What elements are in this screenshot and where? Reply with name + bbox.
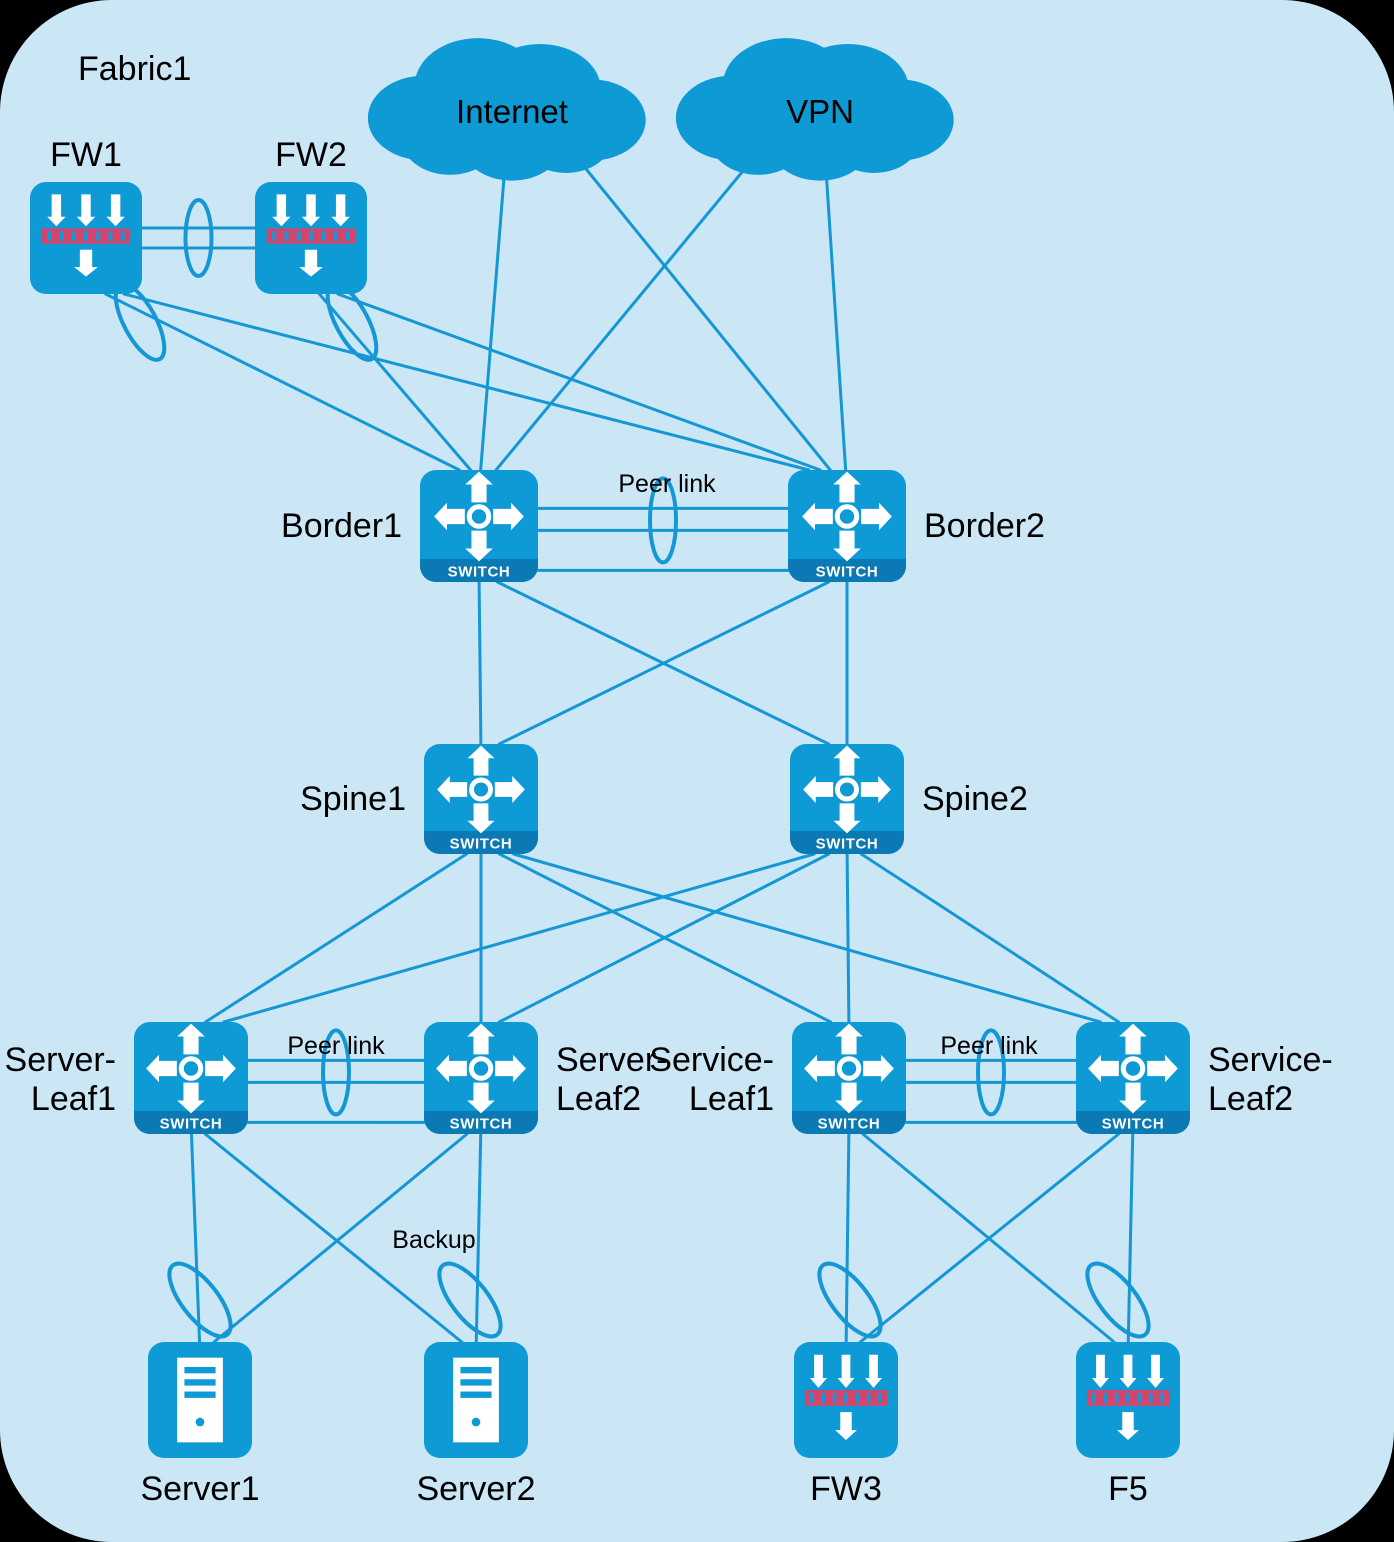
device-band-label: SWITCH (818, 1115, 881, 1132)
device-band-label: SWITCH (448, 563, 511, 580)
network-topology-diagram: SWITCH SWITCH SWITCH SWITCH SWITCH SWITCH SWIT… (0, 0, 1394, 1542)
device-spine2[interactable]: SWITCH (790, 744, 904, 854)
device-server2[interactable] (424, 1342, 528, 1458)
device-label-fw2: FW2 (275, 136, 347, 174)
device-serverleaf1[interactable]: SWITCH (134, 1022, 248, 1134)
device-band-label: SWITCH (450, 1115, 513, 1132)
topology-canvas: SWITCH SWITCH SWITCH SWITCH SWITCH SWITCH SWIT… (0, 0, 1394, 1542)
device-band-label: SWITCH (160, 1115, 223, 1132)
cloud-label-vpn: VPN (786, 93, 854, 130)
device-serviceleaf1[interactable]: SWITCH (792, 1022, 906, 1134)
cloud-label-internet: Internet (456, 93, 568, 130)
device-fw1[interactable] (30, 182, 142, 294)
device-label-fw3: FW3 (810, 1470, 882, 1508)
device-band-label: SWITCH (1102, 1115, 1165, 1132)
link-label-peerlink-serviceleaf: Peer link (940, 1032, 1038, 1060)
device-label-spine2: Spine2 (922, 780, 1028, 818)
device-spine1[interactable]: SWITCH (424, 744, 538, 854)
device-label-border2: Border2 (924, 507, 1045, 545)
link-label-backup-link: Backup (392, 1226, 475, 1254)
device-f5[interactable] (1076, 1342, 1180, 1458)
fabric-boundary (0, 0, 1394, 1542)
device-label-spine1: Spine1 (300, 780, 406, 818)
device-serverleaf2[interactable]: SWITCH (424, 1022, 538, 1134)
device-label-server2: Server2 (416, 1470, 535, 1508)
fabric-title: Fabric1 (78, 50, 191, 88)
device-fw2[interactable] (255, 182, 367, 294)
device-border2[interactable]: SWITCH (788, 470, 906, 582)
device-label-server1: Server1 (140, 1470, 259, 1508)
link-spine2-serviceleaf1 (845, 852, 851, 1024)
link-border1-spine1 (477, 580, 483, 746)
device-band-label: SWITCH (816, 835, 879, 852)
device-label-fw1: FW1 (50, 136, 122, 174)
device-label-f5: F5 (1108, 1470, 1148, 1508)
device-server1[interactable] (148, 1342, 252, 1458)
device-band-label: SWITCH (816, 563, 879, 580)
device-band-label: SWITCH (450, 835, 513, 852)
device-label-border1: Border1 (281, 507, 402, 545)
device-fw3[interactable] (794, 1342, 898, 1458)
link-label-peerlink-border: Peer link (618, 470, 716, 498)
device-serviceleaf2[interactable]: SWITCH (1076, 1022, 1190, 1134)
device-border1[interactable]: SWITCH (420, 470, 538, 582)
link-label-peerlink-serverleaf: Peer link (287, 1032, 385, 1060)
